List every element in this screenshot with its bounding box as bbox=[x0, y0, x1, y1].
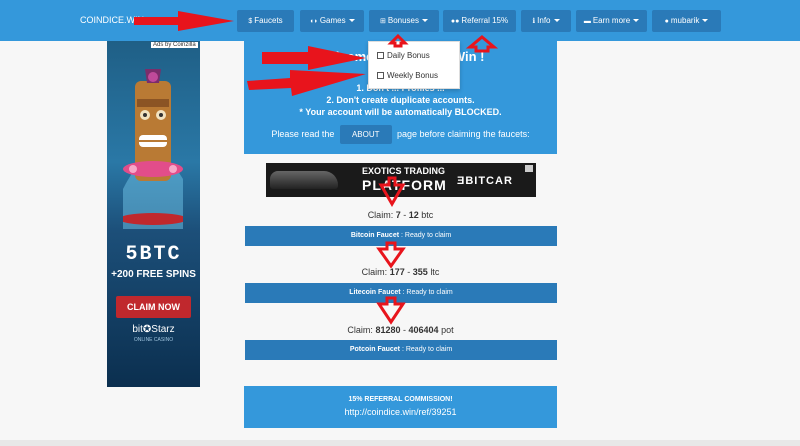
ad-close-icon[interactable] bbox=[525, 165, 533, 172]
caret-down-icon bbox=[348, 19, 355, 23]
horizontal-scrollbar[interactable] bbox=[0, 440, 800, 446]
nav-earn-more-button[interactable]: ▬ Earn more bbox=[576, 10, 647, 32]
calendar-icon bbox=[377, 72, 384, 79]
litecoin-faucet-button[interactable]: Litecoin Faucet : Ready to claim bbox=[245, 283, 557, 303]
caret-down-icon bbox=[633, 19, 640, 23]
tiki-mask-illustration bbox=[123, 69, 183, 229]
referral-title: 15% REFERRAL COMMISSION! bbox=[348, 396, 453, 403]
referral-panel: 15% REFERRAL COMMISSION! http://coindice… bbox=[244, 386, 557, 428]
nav-user-button[interactable]: ● mubarik bbox=[652, 10, 721, 32]
nav-faucets-button[interactable]: $ Faucets bbox=[237, 10, 294, 32]
bitcoin-claim-range: Claim: 7 - 12 btc bbox=[367, 210, 434, 220]
advertisement-banner[interactable]: Ads by Coinzilla 5BTC +200 FREE SPINS CL… bbox=[107, 41, 200, 387]
dollar-icon: $ bbox=[248, 18, 253, 25]
gamepad-icon: ◖◗ bbox=[309, 18, 318, 25]
bitcoin-faucet-button[interactable]: Bitcoin Faucet : Ready to claim bbox=[245, 226, 557, 246]
menu-item-weekly-bonus[interactable]: Weekly Bonus bbox=[377, 71, 438, 80]
litecoin-claim-range: Claim: 177 - 355 ltc bbox=[361, 267, 440, 277]
bonuses-dropdown-menu: Daily Bonus Weekly Bonus bbox=[368, 41, 460, 89]
potcoin-claim-range: Claim: 81280 - 406404 pot bbox=[347, 325, 454, 335]
nav-games-button[interactable]: ◖◗ Games bbox=[300, 10, 364, 32]
rule-warning: * Your account will be automatically BLO… bbox=[299, 107, 502, 117]
menu-item-daily-bonus[interactable]: Daily Bonus bbox=[377, 51, 430, 60]
ad-brand-subtitle: ONLINE CASINO bbox=[133, 337, 174, 343]
plus-square-icon: ⊞ bbox=[379, 18, 386, 25]
potcoin-faucet-button[interactable]: Potcoin Faucet : Ready to claim bbox=[245, 340, 557, 360]
banner-line-2: PLATFORM bbox=[362, 177, 447, 193]
caret-down-icon bbox=[553, 19, 560, 23]
ad-subline: +200 FREE SPINS bbox=[111, 269, 196, 280]
user-icon: ● bbox=[664, 18, 669, 25]
ad-headline: 5BTC bbox=[125, 243, 182, 266]
caret-down-icon bbox=[422, 19, 428, 23]
info-icon: ℹ bbox=[532, 18, 536, 25]
referral-link[interactable]: http://coindice.win/ref/39251 bbox=[244, 407, 557, 417]
rule-2: 2. Don't create duplicate accounts. bbox=[326, 95, 475, 105]
money-icon: ▬ bbox=[583, 18, 591, 25]
trading-platform-banner[interactable]: EXOTICS TRADING PLATFORM ƎBITCAR bbox=[266, 163, 536, 197]
ad-brand-logo: bit✪Starz bbox=[132, 324, 175, 335]
car-image bbox=[270, 171, 338, 189]
ad-label: Ads by Coinzilla bbox=[151, 42, 198, 48]
top-navbar: COINDICE.WIN $ Faucets ◖◗ Games ⊞ Bonuses ●… bbox=[0, 0, 800, 41]
nav-info-button[interactable]: ℹ Info bbox=[521, 10, 571, 32]
site-brand[interactable]: COINDICE.WIN bbox=[80, 15, 144, 25]
caret-down-icon bbox=[702, 19, 709, 23]
about-button[interactable]: ABOUT bbox=[339, 125, 392, 144]
calendar-icon bbox=[377, 52, 384, 59]
read-about-line: Please read the ABOUT page before claimi… bbox=[244, 125, 557, 144]
nav-referral-button[interactable]: ●● Referral 15% bbox=[443, 10, 516, 32]
users-icon: ●● bbox=[450, 18, 460, 25]
nav-bonuses-button[interactable]: ⊞ Bonuses bbox=[369, 10, 439, 32]
ad-claim-now-button[interactable]: CLAIM NOW bbox=[116, 296, 191, 318]
banner-line-1: EXOTICS TRADING bbox=[362, 166, 446, 176]
arrow-down-icon bbox=[376, 241, 406, 269]
banner-logo: ƎBITCAR bbox=[457, 175, 513, 187]
